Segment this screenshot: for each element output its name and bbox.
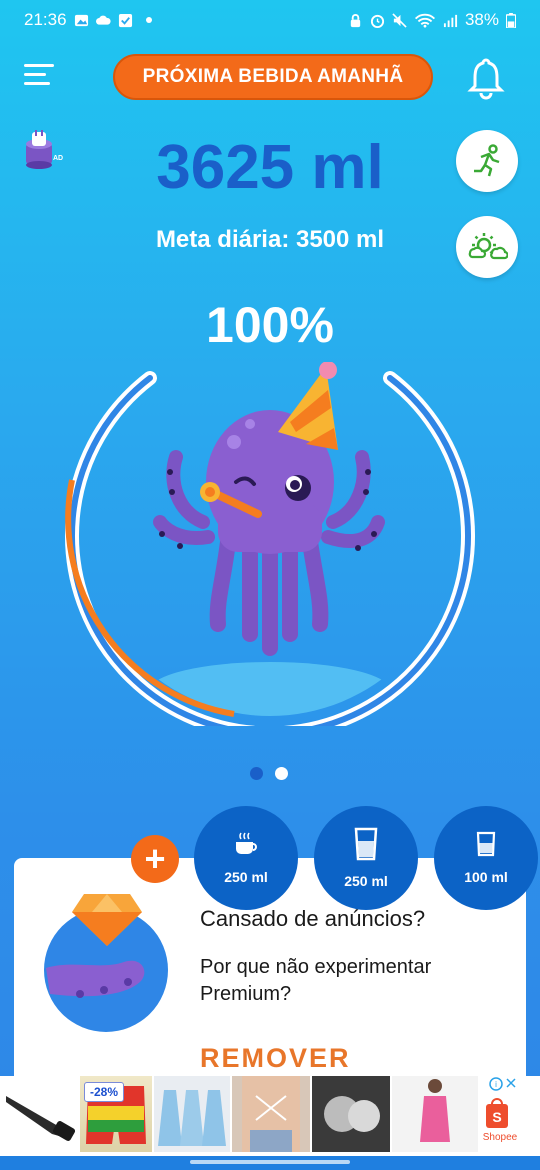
product-book-image[interactable] bbox=[312, 1076, 390, 1152]
next-drink-button[interactable]: PRÓXIMA BEBIDA AMANHÃ bbox=[113, 54, 433, 100]
cloud-icon bbox=[95, 15, 111, 25]
water-glass-icon bbox=[354, 827, 378, 861]
status-right: 38% bbox=[348, 10, 516, 30]
weather-button[interactable] bbox=[456, 216, 518, 278]
bell-icon[interactable] bbox=[466, 56, 506, 100]
product-knife-image[interactable] bbox=[0, 1076, 78, 1152]
svg-text:i: i bbox=[495, 1080, 497, 1089]
running-icon bbox=[474, 144, 500, 177]
octopus-mascot bbox=[153, 362, 385, 656]
coffee-cup-icon bbox=[236, 832, 257, 854]
product-shorts-image[interactable]: -28% bbox=[80, 1076, 152, 1152]
battery-percent: 38% bbox=[464, 10, 499, 29]
status-left: 21:36 bbox=[24, 10, 152, 30]
drink-label: 250 ml bbox=[224, 869, 268, 885]
wifi-icon bbox=[414, 13, 436, 28]
activity-button[interactable] bbox=[456, 130, 518, 192]
home-handle[interactable] bbox=[190, 1160, 350, 1164]
plus-icon: + bbox=[144, 838, 166, 879]
status-time: 21:36 bbox=[24, 10, 67, 29]
svg-text:S: S bbox=[492, 1109, 501, 1125]
shopee-label: Shopee bbox=[482, 1132, 518, 1143]
notification-dot bbox=[145, 17, 152, 23]
progress-ring bbox=[65, 362, 475, 726]
battery-icon bbox=[506, 12, 516, 28]
mute-icon bbox=[392, 12, 407, 28]
page-dot-2[interactable] bbox=[275, 767, 288, 780]
status-bar: 21:36 38% bbox=[0, 0, 540, 40]
signal-icon bbox=[443, 14, 458, 27]
drink-label: 100 ml bbox=[464, 869, 508, 885]
progress-percent: 100% bbox=[206, 297, 334, 353]
lock-icon bbox=[350, 13, 361, 27]
image-icon bbox=[74, 14, 88, 26]
shopee-logo[interactable]: i S Shopee bbox=[480, 1076, 520, 1152]
drink-button-3[interactable]: 100 ml bbox=[434, 806, 538, 910]
product-dress-image[interactable] bbox=[154, 1076, 230, 1152]
weather-icon bbox=[468, 233, 508, 260]
premium-ad-title: Cansado de anúncios? bbox=[200, 906, 426, 931]
check-icon bbox=[118, 13, 132, 27]
discount-badge: -28% bbox=[84, 1082, 125, 1102]
small-glass-icon bbox=[476, 831, 496, 857]
product-pink-dress-image[interactable] bbox=[392, 1076, 478, 1152]
add-drink-button[interactable]: + bbox=[131, 835, 179, 883]
alarm-icon bbox=[370, 14, 385, 28]
page-indicator bbox=[250, 767, 288, 780]
menu-button[interactable] bbox=[24, 64, 54, 90]
premium-illustration bbox=[44, 894, 168, 1032]
banner-ad[interactable]: -28% i S Shopee bbox=[0, 1076, 540, 1156]
menu-icon bbox=[24, 64, 54, 67]
product-top-image[interactable] bbox=[232, 1076, 310, 1152]
drink-label: 250 ml bbox=[344, 873, 388, 889]
remove-ads-button[interactable]: REMOVER bbox=[200, 1043, 351, 1074]
page-dot-1[interactable] bbox=[250, 767, 263, 780]
drink-button-1[interactable]: 250 ml bbox=[194, 806, 298, 910]
premium-ad-description: Por que não experimentar Premium? bbox=[200, 956, 432, 1005]
drink-button-2[interactable]: 250 ml bbox=[314, 806, 418, 910]
